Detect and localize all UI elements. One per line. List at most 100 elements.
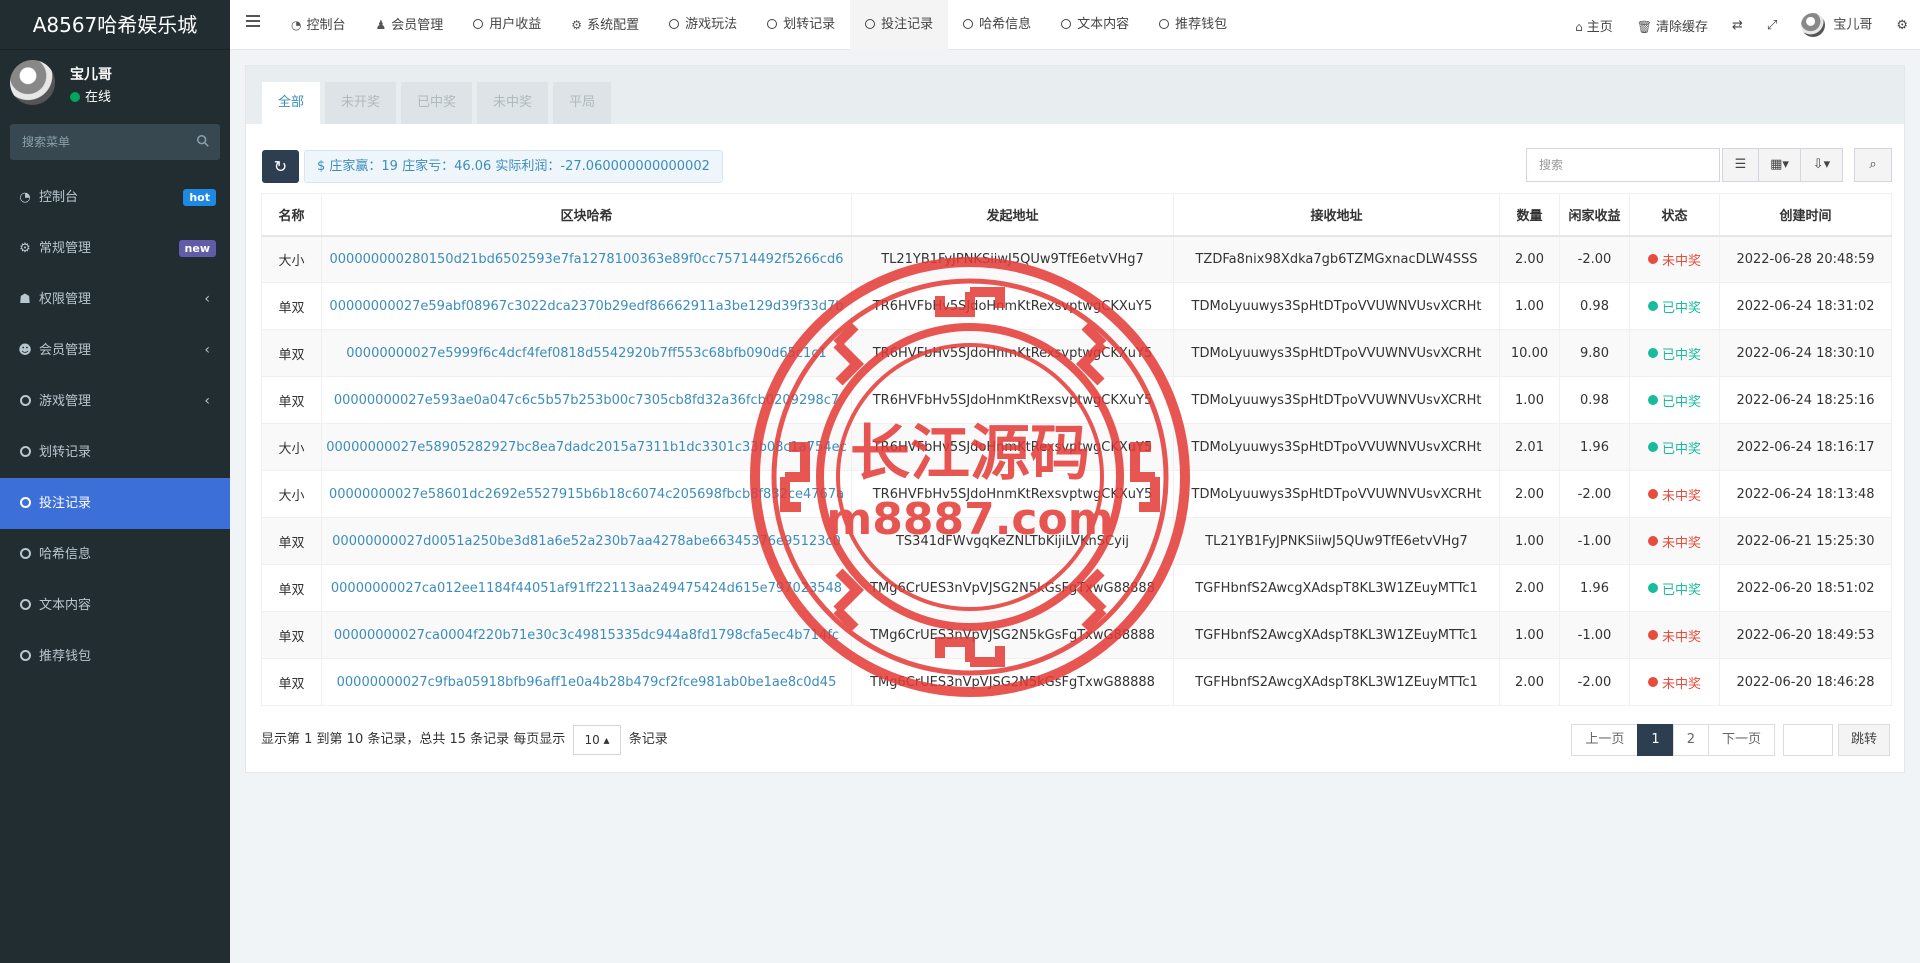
filter-tab-all[interactable]: 全部 [262,82,321,124]
column-header[interactable]: 区块哈希 [321,193,852,237]
refresh-button[interactable]: ↻ [262,150,299,183]
nav-tabs: ◔ 控制台 ♟ 会员管理 用户收益 ⚙ 系统配置 游戏玩法 划转记录 投注记录 哈希信… [276,0,1242,50]
table-row[interactable]: 单双 00000000027e593ae0a047c6c5b57b253b00c7… [261,376,1892,424]
sidebar-item-general[interactable]: ⚙ 常规管理 new [0,223,230,274]
cell-block-hash[interactable]: 00000000027e5999f6c4dcf4fef0818d5542920b… [321,329,852,377]
status-dot-icon [1647,301,1658,311]
tab-transfers[interactable]: 划转记录 [752,0,850,50]
tab-label: 推荐钱包 [1175,17,1228,32]
toggle-view-button[interactable]: ☰ [1722,148,1759,182]
cell-block-hash[interactable]: 00000000027c9fba05918bfb96aff1e0a4b28b47… [321,658,852,706]
status-dot-icon [1647,442,1658,452]
table-row[interactable]: 大小 000000000280150d21bd6502593e7fa1278100… [261,235,1892,283]
clear-cache-button[interactable]: 🗑︎ 清除缓存 [1625,16,1720,35]
settings-gear-icon[interactable]: ⚙ [1884,18,1920,33]
table-row[interactable]: 单双 00000000027ca0004f220b71e30c3c49815335… [261,611,1892,659]
tab-members[interactable]: ♟ 会员管理 [361,0,459,50]
table-row[interactable]: 大小 00000000027e58905282927bc8ea7dadc2015a… [261,423,1892,471]
next-page-button[interactable]: 下一页 [1707,724,1775,756]
tab-system-config[interactable]: ⚙ 系统配置 [556,0,654,50]
filter-tab-pending[interactable]: 未开奖 [325,82,397,124]
home-link[interactable]: ⌂ 主页 [1563,16,1625,35]
column-header[interactable]: 闲家收益 [1559,193,1630,237]
sidebar-item-games[interactable]: 游戏管理 ‹ [0,376,230,427]
search-button[interactable]: ⌕ [1854,148,1892,182]
cell-block-hash[interactable]: 00000000027e59abf08967c3022dca2370b29edf… [321,282,852,330]
sidebar-item-members[interactable]: ☻ 会员管理 ‹ [0,325,230,376]
table-row[interactable]: 单双 00000000027c9fba05918bfb96aff1e0a4b28b… [261,658,1892,706]
cell-from-address: TR6HVFbHv5SJdoHnmKtRexsvptwgCKXuY5 [851,376,1174,424]
jump-button[interactable]: 跳转 [1837,724,1890,756]
menu-search [10,124,220,160]
table-row[interactable]: 大小 00000000027e58601dc2692e5527915b6b18c6… [261,470,1892,518]
menu-search-input[interactable] [10,124,220,160]
page-size-select[interactable]: 10 ▴ [573,725,621,755]
search-icon[interactable] [196,134,210,148]
sidebar-item-label: 常规管理 [39,241,92,256]
export-button[interactable]: ⇩▾ [1800,148,1843,182]
filter-tab-won[interactable]: 已中奖 [401,82,473,124]
table-row[interactable]: 单双 00000000027e5999f6c4dcf4fef0818d554292… [261,329,1892,377]
sidebar-item-transfers[interactable]: 划转记录 [0,427,230,478]
tab-dashboard[interactable]: ◔ 控制台 [276,0,361,50]
column-header[interactable]: 状态 [1629,193,1720,237]
filter-tab-draw[interactable]: 平局 [553,82,612,124]
cell-name: 大小 [261,235,322,283]
tab-label: 哈希信息 [979,17,1032,32]
prev-page-button[interactable]: 上一页 [1571,724,1639,756]
table-header-row: 名称 区块哈希 发起地址 接收地址 数量 闲家收益 状态 创建时间 [261,193,1892,237]
tab-bets[interactable]: 投注记录 [850,0,949,50]
cell-block-hash[interactable]: 00000000027e593ae0a047c6c5b57b253b00c730… [321,376,852,424]
user-panel: 宝儿哥 在线 [0,50,230,120]
sidebar-item-text-content[interactable]: 文本内容 [0,580,230,631]
page-2-button[interactable]: 2 [1672,724,1709,756]
list-icon: ☰ [1734,157,1747,172]
column-header[interactable]: 发起地址 [851,193,1174,237]
table-row[interactable]: 单双 00000000027e59abf08967c3022dca2370b29e… [261,282,1892,330]
circle-icon [18,529,32,580]
jump-page-input[interactable] [1782,724,1833,756]
user-menu[interactable]: 宝儿哥 [1789,13,1884,37]
cell-block-hash[interactable]: 00000000027ca0004f220b71e30c3c49815335dc… [321,611,852,659]
table-row[interactable]: 单双 00000000027d0051a250be3d81a6e52a230b7a… [261,517,1892,565]
cell-player-profit: 0.98 [1559,282,1630,330]
column-header[interactable]: 创建时间 [1719,193,1892,237]
fullscreen-icon[interactable]: ⤢ [1755,18,1789,33]
tab-wallets[interactable]: 推荐钱包 [1144,0,1242,50]
page-1-button[interactable]: 1 [1637,724,1674,756]
language-icon[interactable]: ⇄ [1720,18,1755,33]
table-row[interactable]: 单双 00000000027ca012ee1184f44051af91ff2211… [261,564,1892,612]
user-menu-name: 宝儿哥 [1833,17,1873,33]
home-icon: ⌂ [1575,19,1583,34]
circle-icon [1061,19,1072,29]
circle-icon [18,478,32,529]
sidebar-item-label: 哈希信息 [39,547,92,562]
cell-block-hash[interactable]: 000000000280150d21bd6502593e7fa127810036… [321,235,852,283]
cell-amount: 2.01 [1499,423,1560,471]
sidebar-item-hash-info[interactable]: 哈希信息 [0,529,230,580]
menu-toggle-icon[interactable] [246,15,260,29]
cell-amount: 1.00 [1499,282,1560,330]
sidebar-item-wallets[interactable]: 推荐钱包 [0,631,230,682]
tab-game-rules[interactable]: 游戏玩法 [654,0,752,50]
cell-block-hash[interactable]: 00000000027d0051a250be3d81a6e52a230b7aa4… [321,517,852,565]
cell-block-hash[interactable]: 00000000027e58601dc2692e5527915b6b18c607… [321,470,852,518]
columns-button[interactable]: ▦▾ [1758,148,1801,182]
column-header[interactable]: 数量 [1499,193,1560,237]
app-logo[interactable]: A8567哈希娱乐城 [0,0,230,50]
cell-player-profit: -2.00 [1559,658,1630,706]
sidebar-item-bets[interactable]: 投注记录 [0,478,230,529]
cell-block-hash[interactable]: 00000000027ca012ee1184f44051af91ff22113a… [321,564,852,612]
tab-user-earnings[interactable]: 用户收益 [458,0,556,50]
table-search-input[interactable] [1526,148,1720,182]
sidebar-item-dashboard[interactable]: ◔ 控制台 hot [0,172,230,223]
dashboard-icon: ◔ [19,190,31,205]
cell-block-hash[interactable]: 00000000027e58905282927bc8ea7dadc2015a73… [321,423,852,471]
column-header[interactable]: 接收地址 [1173,193,1500,237]
tab-hash-info[interactable]: 哈希信息 [948,0,1046,50]
sidebar-item-permissions[interactable]: ☗ 权限管理 ‹ [0,274,230,325]
filter-tab-lost[interactable]: 未中奖 [477,82,549,124]
column-header[interactable]: 名称 [261,193,322,237]
home-label: 主页 [1586,19,1613,35]
tab-text-content[interactable]: 文本内容 [1046,0,1144,50]
